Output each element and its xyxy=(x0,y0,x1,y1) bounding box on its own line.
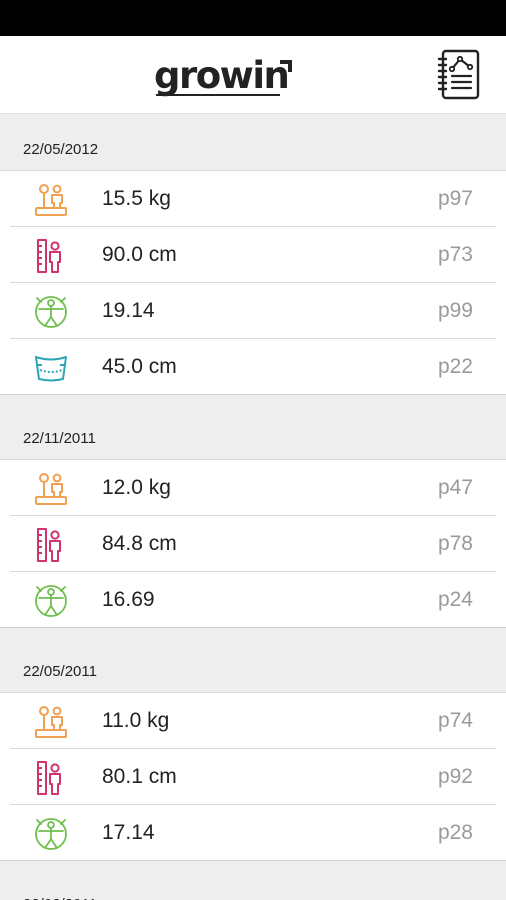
measurement-value: 90.0 cm xyxy=(102,243,177,266)
measurement-value: 15.5 kg xyxy=(102,187,171,210)
measurement-row-height[interactable]: 80.1 cm p92 xyxy=(0,749,506,805)
notebook-chart-icon xyxy=(437,49,480,100)
percentile-value: p99 xyxy=(437,299,473,322)
percentile-value: p22 xyxy=(437,355,473,378)
measurement-row-bmi[interactable]: 19.14 p99 xyxy=(0,283,506,339)
measurement-value: 16.69 xyxy=(102,588,155,611)
percentile-value: p97 xyxy=(437,187,473,210)
section-date-header: 22/05/2012 xyxy=(0,114,506,171)
measurement-value: 19.14 xyxy=(102,299,155,322)
section-gap xyxy=(0,861,506,869)
percentile-value: p74 xyxy=(437,709,473,732)
percentile-value: p92 xyxy=(437,765,473,788)
logo-text: growin xyxy=(154,54,290,97)
percentile-value: p78 xyxy=(437,532,473,555)
measurement-row-height[interactable]: 84.8 cm p78 xyxy=(0,516,506,572)
notebook-chart-button[interactable] xyxy=(436,48,482,102)
section-date-header: 22/11/2011 xyxy=(0,403,506,460)
percentile-value: p24 xyxy=(437,588,473,611)
section-date: 22/05/2012 xyxy=(23,141,99,158)
logo-corner-mark xyxy=(280,60,292,72)
measurement-row-bmi[interactable]: 17.14 p28 xyxy=(0,805,506,861)
bmi-body-icon xyxy=(32,582,70,620)
percentile-value: p47 xyxy=(437,476,473,499)
weight-scale-icon xyxy=(32,703,70,741)
measurement-history-list: 22/05/2012 15.5 kg p97 90.0 cm p73 19.14 p9… xyxy=(0,114,506,900)
height-ruler-icon xyxy=(32,759,70,797)
measurement-row-height[interactable]: 90.0 cm p73 xyxy=(0,227,506,283)
percentile-value: p73 xyxy=(437,243,473,266)
section-date-header: 22/05/2011 xyxy=(0,636,506,693)
measurement-value: 45.0 cm xyxy=(102,355,177,378)
measurement-value: 80.1 cm xyxy=(102,765,177,788)
growin-logo: growin xyxy=(154,54,292,97)
percentile-value: p28 xyxy=(437,821,473,844)
section-date: 22/11/2011 xyxy=(23,430,96,447)
section-date-header: 22/02/2011 xyxy=(0,869,506,900)
measurement-value: 84.8 cm xyxy=(102,532,177,555)
measurement-value: 17.14 xyxy=(102,821,155,844)
measurement-row-weight[interactable]: 15.5 kg p97 xyxy=(0,171,506,227)
status-bar xyxy=(0,0,506,36)
section-gap xyxy=(0,395,506,403)
measurement-value: 12.0 kg xyxy=(102,476,171,499)
weight-scale-icon xyxy=(32,470,70,508)
measurement-row-bmi[interactable]: 16.69 p24 xyxy=(0,572,506,628)
height-ruler-icon xyxy=(32,526,70,564)
measurement-value: 11.0 kg xyxy=(102,709,170,732)
app-header: growin xyxy=(0,36,506,114)
measurement-row-head[interactable]: 45.0 cm p22 xyxy=(0,339,506,395)
head-circumference-icon xyxy=(32,349,70,387)
section-gap xyxy=(0,628,506,636)
measurement-row-weight[interactable]: 11.0 kg p74 xyxy=(0,693,506,749)
weight-scale-icon xyxy=(32,181,70,219)
measurement-row-weight[interactable]: 12.0 kg p47 xyxy=(0,460,506,516)
height-ruler-icon xyxy=(32,237,70,275)
section-date: 22/02/2011 xyxy=(23,896,97,900)
bmi-body-icon xyxy=(32,815,70,853)
bmi-body-icon xyxy=(32,293,70,331)
section-date: 22/05/2011 xyxy=(23,663,97,680)
